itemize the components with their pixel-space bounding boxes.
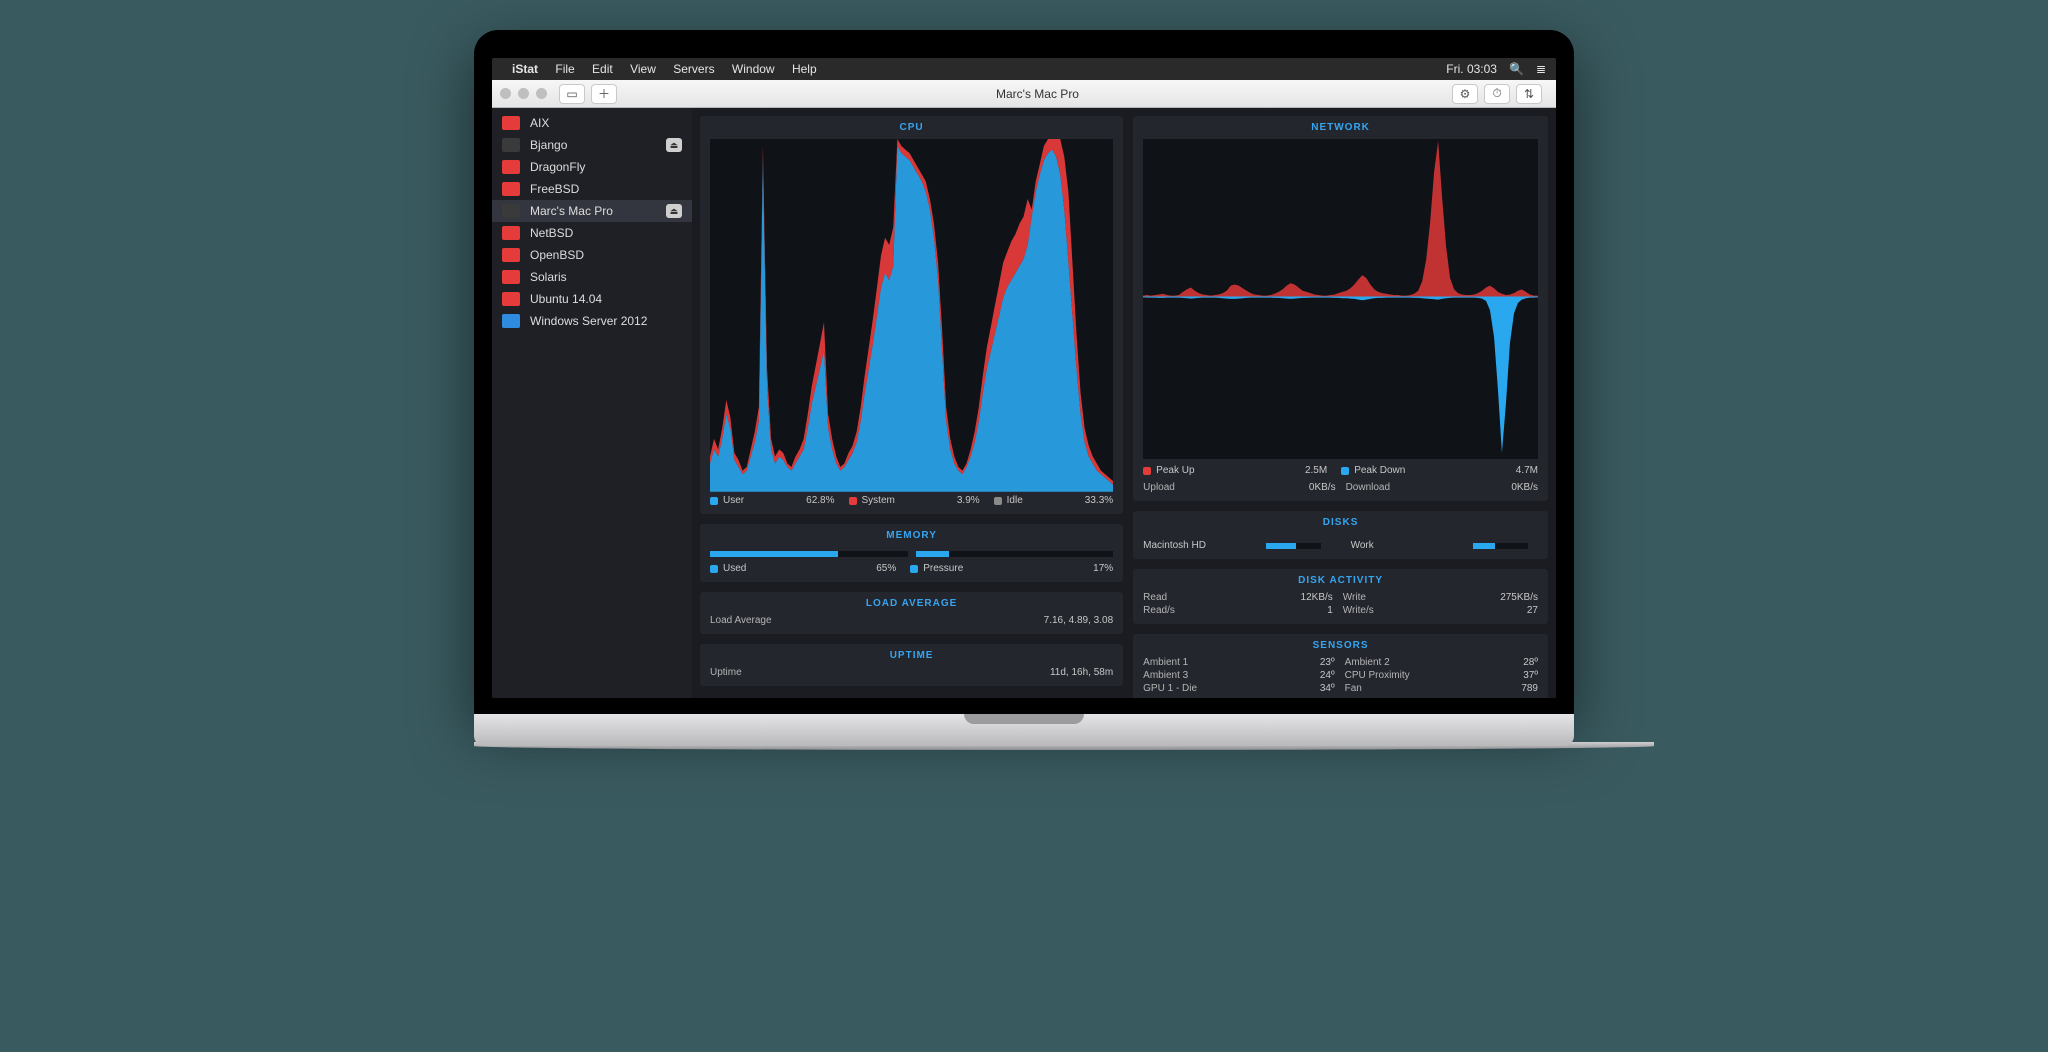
server-icon xyxy=(502,314,520,328)
sidebar-item-aix[interactable]: AIX xyxy=(492,112,692,134)
sidebar-item-label: OpenBSD xyxy=(530,248,584,262)
sidebar-item-bjango[interactable]: Bjango ⏏ xyxy=(492,134,692,156)
uptime-title: UPTIME xyxy=(710,650,1113,661)
server-icon xyxy=(502,116,520,130)
sidebar-item-label: Windows Server 2012 xyxy=(530,314,647,328)
zoom-icon[interactable] xyxy=(536,88,547,99)
memory-pressure-bar xyxy=(916,551,1114,557)
eject-icon[interactable]: ⏏ xyxy=(666,204,682,218)
server-icon xyxy=(502,182,520,196)
network-panel: NETWORK Peak Up 2.5M Peak Down 4.7M Uplo… xyxy=(1133,116,1548,501)
spotlight-icon[interactable]: 🔍 xyxy=(1509,62,1524,76)
settings-button[interactable]: ⚙ xyxy=(1452,84,1478,104)
disk-usage-bar xyxy=(1473,543,1528,549)
history-button[interactable]: ⏱ xyxy=(1484,84,1510,104)
disks-title: DISKS xyxy=(1143,517,1538,528)
server-icon xyxy=(502,204,520,218)
server-icon xyxy=(502,248,520,262)
disk-name: Macintosh HD xyxy=(1143,540,1265,551)
menu-servers[interactable]: Servers xyxy=(673,62,714,76)
server-icon xyxy=(502,138,520,152)
sidebar-item-label: DragonFly xyxy=(530,160,585,174)
add-button[interactable]: ＋ xyxy=(591,84,617,104)
sidebar-item-label: Bjango xyxy=(530,138,567,152)
server-sidebar: AIX Bjango ⏏ DragonFly FreeBSD Marc's Mac Pro… xyxy=(492,108,692,698)
window-traffic-lights[interactable] xyxy=(500,88,547,99)
disk-activity-title: DISK ACTIVITY xyxy=(1143,575,1538,586)
sidebar-item-windows-server-2012[interactable]: Windows Server 2012 xyxy=(492,310,692,332)
sidebar-item-netbsd[interactable]: NetBSD xyxy=(492,222,692,244)
window-title: Marc's Mac Pro xyxy=(623,87,1452,101)
server-icon xyxy=(502,160,520,174)
sidebar-item-label: Solaris xyxy=(530,270,567,284)
uptime-panel: UPTIME Uptime11d, 16h, 58m xyxy=(700,644,1123,686)
network-title: NETWORK xyxy=(1143,122,1538,133)
sidebar-item-openbsd[interactable]: OpenBSD xyxy=(492,244,692,266)
load-title: LOAD AVERAGE xyxy=(710,598,1113,609)
sidebar-item-ubuntu-14-04[interactable]: Ubuntu 14.04 xyxy=(492,288,692,310)
server-icon xyxy=(502,270,520,284)
cpu-legend: User 62.8% System 3.9% Idle 33.3% xyxy=(710,495,1113,506)
activity-button[interactable]: ⇅ xyxy=(1516,84,1542,104)
menubar-clock: Fri. 03:03 xyxy=(1446,62,1497,76)
disk-name: Work xyxy=(1351,540,1473,551)
memory-panel: MEMORY Used 65% Pressure 17% xyxy=(700,524,1123,582)
minimize-icon[interactable] xyxy=(518,88,529,99)
menu-edit[interactable]: Edit xyxy=(592,62,613,76)
menubar-list-icon[interactable]: ≣ xyxy=(1536,62,1546,76)
menu-view[interactable]: View xyxy=(630,62,656,76)
sidebar-item-dragonfly[interactable]: DragonFly xyxy=(492,156,692,178)
cpu-panel: CPU User 62.8% System 3.9% Idle 33.3% xyxy=(700,116,1123,514)
sidebar-item-label: Ubuntu 14.04 xyxy=(530,292,602,306)
disk-usage-bar xyxy=(1266,543,1321,549)
window-toolbar: ▭ ＋ Marc's Mac Pro ⚙ ⏱ ⇅ xyxy=(492,80,1556,108)
toggle-sidebar-button[interactable]: ▭ xyxy=(559,84,585,104)
cpu-title: CPU xyxy=(710,122,1113,133)
menu-window[interactable]: Window xyxy=(732,62,775,76)
server-icon xyxy=(502,292,520,306)
sidebar-item-label: NetBSD xyxy=(530,226,573,240)
memory-used-bar xyxy=(710,551,908,557)
menu-app[interactable]: iStat xyxy=(512,62,538,76)
os-menubar: iStat File Edit View Servers Window Help… xyxy=(492,58,1556,80)
network-chart xyxy=(1143,139,1538,459)
sidebar-item-label: AIX xyxy=(530,116,549,130)
close-icon[interactable] xyxy=(500,88,511,99)
load-average-panel: LOAD AVERAGE Load Average7.16, 4.89, 3.0… xyxy=(700,592,1123,634)
disks-panel: DISKS Macintosh HD Work xyxy=(1133,511,1548,559)
menu-file[interactable]: File xyxy=(555,62,574,76)
disk-activity-panel: DISK ACTIVITY Read12KB/sWrite275KB/sRead… xyxy=(1133,569,1548,624)
server-icon xyxy=(502,226,520,240)
sidebar-item-marc-s-mac-pro[interactable]: Marc's Mac Pro ⏏ xyxy=(492,200,692,222)
sidebar-item-label: Marc's Mac Pro xyxy=(530,204,613,218)
sensors-title: SENSORS xyxy=(1143,640,1538,651)
menu-help[interactable]: Help xyxy=(792,62,817,76)
memory-title: MEMORY xyxy=(710,530,1113,541)
eject-icon[interactable]: ⏏ xyxy=(666,138,682,152)
sidebar-item-freebsd[interactable]: FreeBSD xyxy=(492,178,692,200)
cpu-chart xyxy=(710,139,1113,489)
sidebar-item-solaris[interactable]: Solaris xyxy=(492,266,692,288)
sensors-panel: SENSORS Ambient 123ºAmbient 228ºAmbient … xyxy=(1133,634,1548,698)
sidebar-item-label: FreeBSD xyxy=(530,182,579,196)
